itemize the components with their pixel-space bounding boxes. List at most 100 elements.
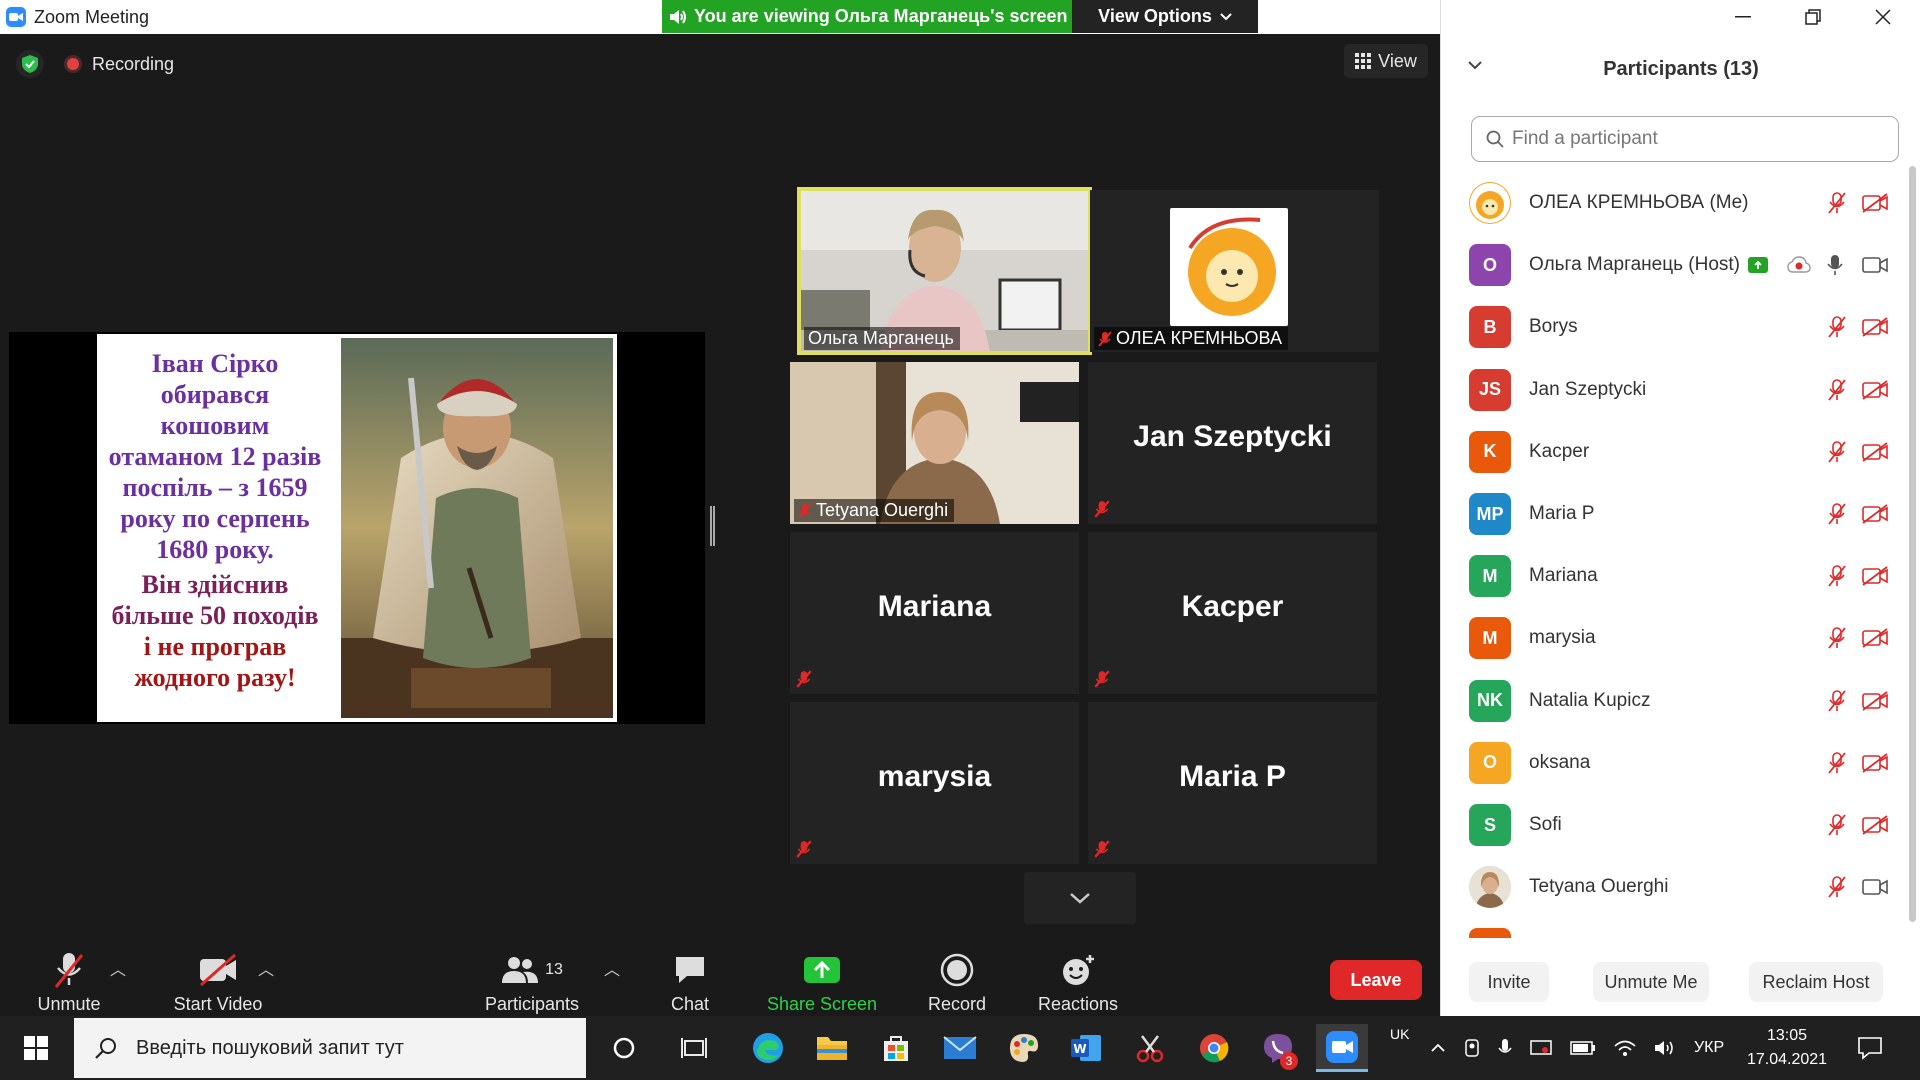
screen-sharing-tray-icon[interactable] bbox=[1530, 1039, 1552, 1057]
file-explorer-taskbar-button[interactable] bbox=[806, 1024, 858, 1072]
unmute-me-button[interactable]: Unmute Me bbox=[1593, 962, 1709, 1002]
mic-off-icon[interactable] bbox=[1827, 315, 1847, 339]
store-taskbar-button[interactable] bbox=[870, 1024, 922, 1072]
mic-off-icon[interactable] bbox=[1827, 751, 1847, 775]
participant-name: Mariana bbox=[1529, 565, 1598, 587]
video-tile-mariana[interactable]: Mariana bbox=[790, 532, 1079, 694]
start-button[interactable] bbox=[0, 1016, 72, 1080]
close-button[interactable] bbox=[1863, 4, 1903, 30]
mic-off-icon[interactable] bbox=[1827, 191, 1847, 215]
video-off-icon[interactable] bbox=[1861, 565, 1889, 587]
participant-row[interactable]: Tetyana Ouerghi bbox=[1441, 856, 1901, 918]
video-off-icon[interactable] bbox=[1861, 627, 1889, 649]
scrollbar-thumb[interactable] bbox=[1909, 166, 1916, 922]
participant-list-scrollbar[interactable] bbox=[1907, 166, 1917, 926]
find-participant-input[interactable]: Find a participant bbox=[1471, 116, 1899, 162]
participant-row[interactable]: WWojtek bbox=[1441, 918, 1901, 938]
split-divider-handle[interactable] bbox=[710, 506, 715, 546]
video-tile-olea[interactable]: ОЛЕА КРЕМНЬОВА bbox=[1090, 190, 1379, 352]
minimize-button[interactable] bbox=[1723, 4, 1763, 30]
viber-taskbar-button[interactable]: 3 bbox=[1252, 1024, 1304, 1072]
video-off-icon[interactable] bbox=[1861, 316, 1889, 338]
record-button[interactable]: Record bbox=[920, 950, 994, 1015]
task-view-button[interactable] bbox=[668, 1024, 720, 1072]
chat-button[interactable]: Chat bbox=[660, 950, 720, 1015]
share-screen-button[interactable]: Share Screen bbox=[766, 950, 878, 1015]
edge-taskbar-button[interactable] bbox=[742, 1024, 794, 1072]
system-clock[interactable]: 13:05 17.04.2021 bbox=[1742, 1024, 1832, 1072]
participants-options-caret-icon[interactable]: ︿ bbox=[604, 956, 620, 980]
zoom-taskbar-button[interactable] bbox=[1316, 1024, 1368, 1072]
word-taskbar-button[interactable]: W bbox=[1060, 1024, 1112, 1072]
mic-off-icon[interactable] bbox=[1827, 813, 1847, 837]
participant-row[interactable]: JS Jan Szeptycki bbox=[1441, 359, 1901, 421]
microphone-icon[interactable] bbox=[1498, 1038, 1512, 1058]
video-tile-kacper[interactable]: Kacper bbox=[1088, 532, 1377, 694]
audio-options-caret-icon[interactable]: ︿ bbox=[110, 956, 126, 980]
mic-off-icon[interactable] bbox=[1827, 875, 1847, 899]
volume-icon[interactable] bbox=[1654, 1039, 1676, 1057]
participant-row[interactable]: Ooksana bbox=[1441, 732, 1901, 794]
snipping-tool-taskbar-button[interactable] bbox=[1124, 1024, 1176, 1072]
reclaim-host-button[interactable]: Reclaim Host bbox=[1749, 962, 1883, 1002]
notifications-button[interactable] bbox=[1844, 1024, 1896, 1072]
shared-screen[interactable]: Іван Сірко обирався кошовим отаманом 12 раз… bbox=[9, 332, 705, 724]
mic-off-icon[interactable] bbox=[1827, 689, 1847, 713]
video-tile-maria-p[interactable]: Maria P bbox=[1088, 702, 1377, 864]
restore-icon bbox=[1805, 9, 1821, 25]
mic-on-icon[interactable] bbox=[1827, 253, 1843, 277]
video-on-icon[interactable] bbox=[1861, 876, 1889, 898]
participant-row[interactable]: S Sofi bbox=[1441, 794, 1901, 856]
participant-row[interactable]: Mmarysia bbox=[1441, 607, 1901, 669]
video-tile-jan[interactable]: Jan Szeptycki bbox=[1088, 362, 1377, 524]
mic-off-icon[interactable] bbox=[1827, 440, 1847, 464]
participant-row[interactable]: ОЛЕА КРЕМНЬОВА (Me) bbox=[1441, 172, 1901, 234]
video-off-icon[interactable] bbox=[1861, 690, 1889, 712]
view-options-button[interactable]: View Options bbox=[1072, 0, 1258, 33]
zoom-app-icon bbox=[6, 7, 26, 27]
mail-taskbar-button[interactable] bbox=[934, 1024, 986, 1072]
security-shield-icon[interactable] bbox=[16, 50, 44, 78]
participant-row[interactable]: B Borys bbox=[1441, 296, 1901, 358]
language-indicator-short[interactable]: UK bbox=[1390, 1002, 1414, 1066]
taskbar-search-box[interactable]: Введіть пошуковий запит тут bbox=[74, 1018, 586, 1078]
wifi-icon[interactable] bbox=[1614, 1039, 1636, 1057]
reactions-button[interactable]: Reactions bbox=[1034, 950, 1122, 1015]
unmute-button[interactable]: Unmute bbox=[30, 950, 108, 1015]
view-button[interactable]: View bbox=[1344, 44, 1428, 78]
recording-indicator[interactable]: Recording bbox=[64, 50, 174, 78]
participants-button[interactable]: 13 Participants bbox=[482, 950, 582, 1015]
video-off-icon[interactable] bbox=[1861, 379, 1889, 401]
chrome-taskbar-button[interactable] bbox=[1188, 1024, 1240, 1072]
video-off-icon[interactable] bbox=[1861, 441, 1889, 463]
mic-off-icon[interactable] bbox=[1827, 378, 1847, 402]
gallery-next-page-button[interactable] bbox=[1024, 872, 1136, 924]
participant-row[interactable]: MP Maria P bbox=[1441, 483, 1901, 545]
participant-row[interactable]: M Mariana bbox=[1441, 545, 1901, 607]
video-options-caret-icon[interactable]: ︿ bbox=[258, 956, 274, 980]
participant-row[interactable]: K Kacper bbox=[1441, 421, 1901, 483]
restore-button[interactable] bbox=[1793, 4, 1833, 30]
mic-off-icon[interactable] bbox=[1827, 626, 1847, 650]
participant-row[interactable]: NK Natalia Kupicz bbox=[1441, 670, 1901, 732]
participant-row[interactable]: O Ольга Марганець (Host) bbox=[1441, 234, 1901, 296]
video-tile-tetyana[interactable]: Tetyana Ouerghi bbox=[790, 362, 1079, 524]
tray-chevron-up-icon[interactable] bbox=[1430, 1043, 1446, 1053]
mic-off-icon[interactable] bbox=[1827, 502, 1847, 526]
video-tile-marysia[interactable]: marysia bbox=[790, 702, 1079, 864]
webcam-icon[interactable] bbox=[1464, 1038, 1480, 1058]
video-off-icon[interactable] bbox=[1861, 814, 1889, 836]
video-off-icon[interactable] bbox=[1861, 192, 1889, 214]
mic-off-icon[interactable] bbox=[1827, 564, 1847, 588]
cortana-button[interactable] bbox=[598, 1024, 650, 1072]
video-off-icon[interactable] bbox=[1861, 752, 1889, 774]
paint-taskbar-button[interactable] bbox=[998, 1024, 1050, 1072]
video-off-icon[interactable] bbox=[1861, 503, 1889, 525]
mic-off-icon[interactable] bbox=[1827, 937, 1847, 938]
leave-button[interactable]: Leave bbox=[1330, 960, 1422, 1000]
battery-icon[interactable] bbox=[1570, 1041, 1596, 1055]
language-indicator[interactable]: УКР bbox=[1694, 1039, 1724, 1057]
video-on-icon[interactable] bbox=[1861, 254, 1889, 276]
invite-button[interactable]: Invite bbox=[1469, 962, 1549, 1002]
video-tile-olga[interactable]: Ольга Марганець bbox=[797, 187, 1092, 355]
